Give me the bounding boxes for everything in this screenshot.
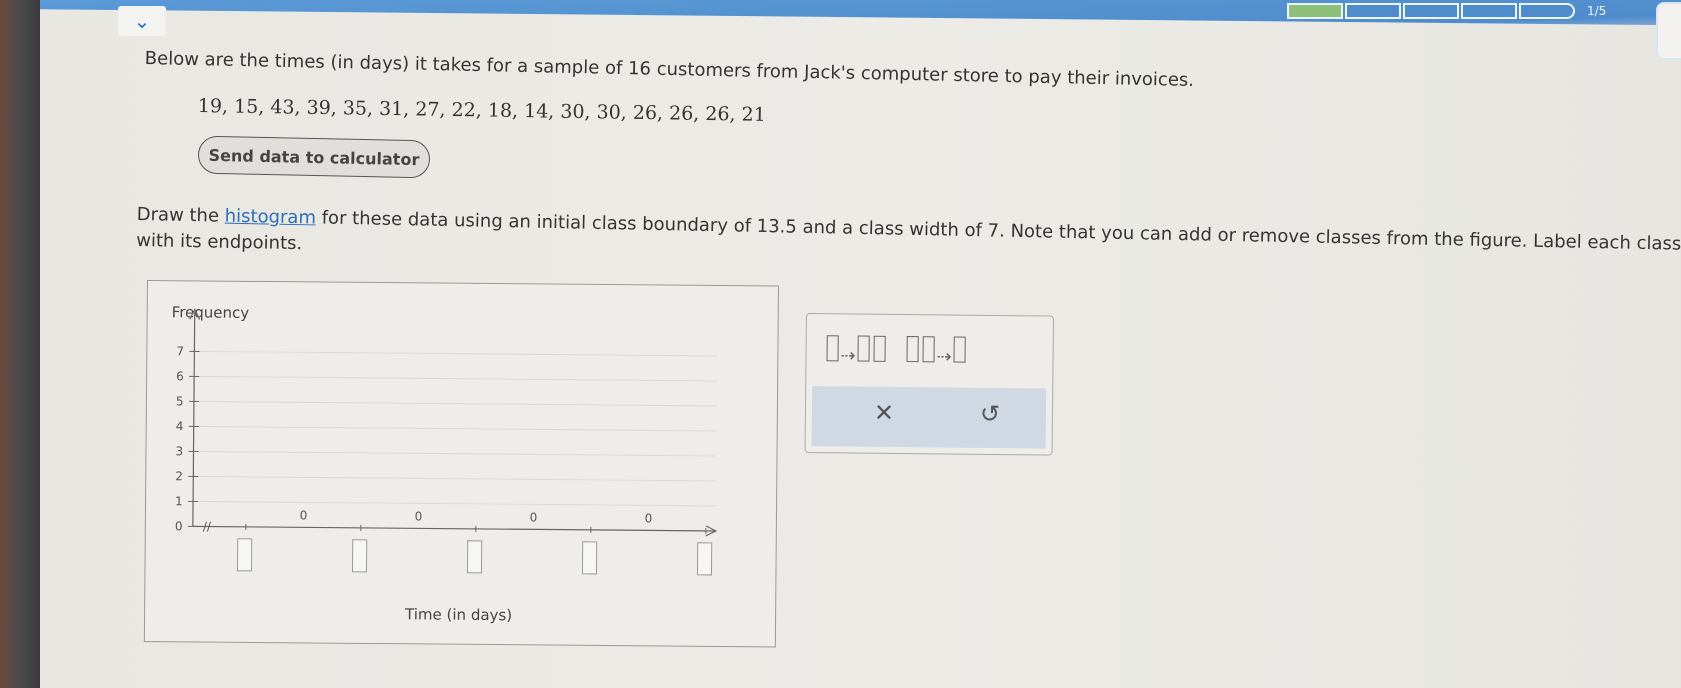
y-tick-label: 5: [176, 394, 184, 408]
progress-segment: [1287, 3, 1343, 19]
action-bar: ✕ ↺: [811, 386, 1047, 449]
side-panel-tab[interactable]: [1656, 2, 1681, 60]
collapse-button[interactable]: ⌄: [118, 6, 166, 36]
remove-class-icon: ⇢: [904, 335, 967, 368]
x-axis: [192, 525, 716, 532]
progress-indicator: 1/5: [1287, 3, 1606, 19]
y-tick-label: 6: [176, 369, 184, 383]
progress-segment: [1403, 3, 1459, 19]
remove-class-button[interactable]: ⇢: [904, 333, 967, 370]
class-endpoint-input[interactable]: [351, 539, 368, 573]
question-intro: Below are the times (in days) it takes f…: [144, 48, 1195, 91]
grid-line: [193, 400, 717, 407]
progress-count: 1/5: [1587, 4, 1607, 18]
send-data-button[interactable]: Send data to calculator: [197, 135, 431, 179]
y-tick-label: 7: [176, 344, 184, 358]
bar-value-label: 0: [300, 508, 308, 522]
histogram-link[interactable]: histogram: [225, 206, 317, 229]
grid-line: [193, 425, 717, 432]
class-endpoint-input[interactable]: [466, 540, 483, 574]
undo-icon[interactable]: ↺: [980, 400, 1000, 428]
grid-line: [193, 450, 717, 457]
progress-segment: [1461, 3, 1517, 19]
bar-value-label: 0: [530, 510, 538, 524]
class-endpoint-input[interactable]: [581, 541, 598, 575]
y-axis: [192, 311, 196, 527]
grid-line: [193, 475, 717, 482]
y-tick-label: 2: [175, 469, 183, 483]
y-tick-label: 3: [175, 444, 183, 458]
instruction-text: Draw the: [136, 203, 225, 227]
question-instruction: Draw the histogram for these data using …: [136, 202, 1681, 284]
histogram-graph[interactable]: Frequency Time (in days) //0 1 2 3 4 5 6 7 0 0 0 0: [143, 280, 779, 648]
bar-value-label: 0: [645, 511, 653, 525]
histogram-canvas[interactable]: // 0 1 2 3 4 5 6 7 0 0 0 0: [145, 281, 778, 646]
grid-line: [193, 500, 717, 507]
y-tick-label: 0: [175, 519, 183, 533]
progress-segment: [1519, 3, 1575, 19]
close-icon[interactable]: ✕: [874, 399, 894, 427]
y-tick-label: 4: [176, 419, 184, 433]
screen-bezel: [0, 0, 40, 688]
class-endpoint-input[interactable]: [236, 538, 253, 572]
instruction-text-rest: for these data using an initial class bo…: [136, 207, 1681, 255]
chevron-down-icon: ⌄: [133, 9, 151, 33]
grid-line: [194, 375, 718, 382]
data-values: 19, 15, 43, 39, 35, 31, 27, 22, 18, 14, …: [197, 95, 766, 126]
add-class-button[interactable]: ⇢: [824, 332, 887, 369]
class-endpoint-input[interactable]: [696, 542, 713, 576]
bar-value-label: 0: [415, 509, 423, 523]
graph-toolbox: ⇢ ⇢ ✕ ↺: [804, 313, 1054, 456]
y-tick-label: 1: [175, 494, 183, 508]
add-class-icon: ⇢: [824, 334, 887, 367]
progress-segment: [1345, 3, 1401, 19]
axis-break-icon: //: [203, 519, 212, 533]
grid-line: [194, 350, 718, 357]
